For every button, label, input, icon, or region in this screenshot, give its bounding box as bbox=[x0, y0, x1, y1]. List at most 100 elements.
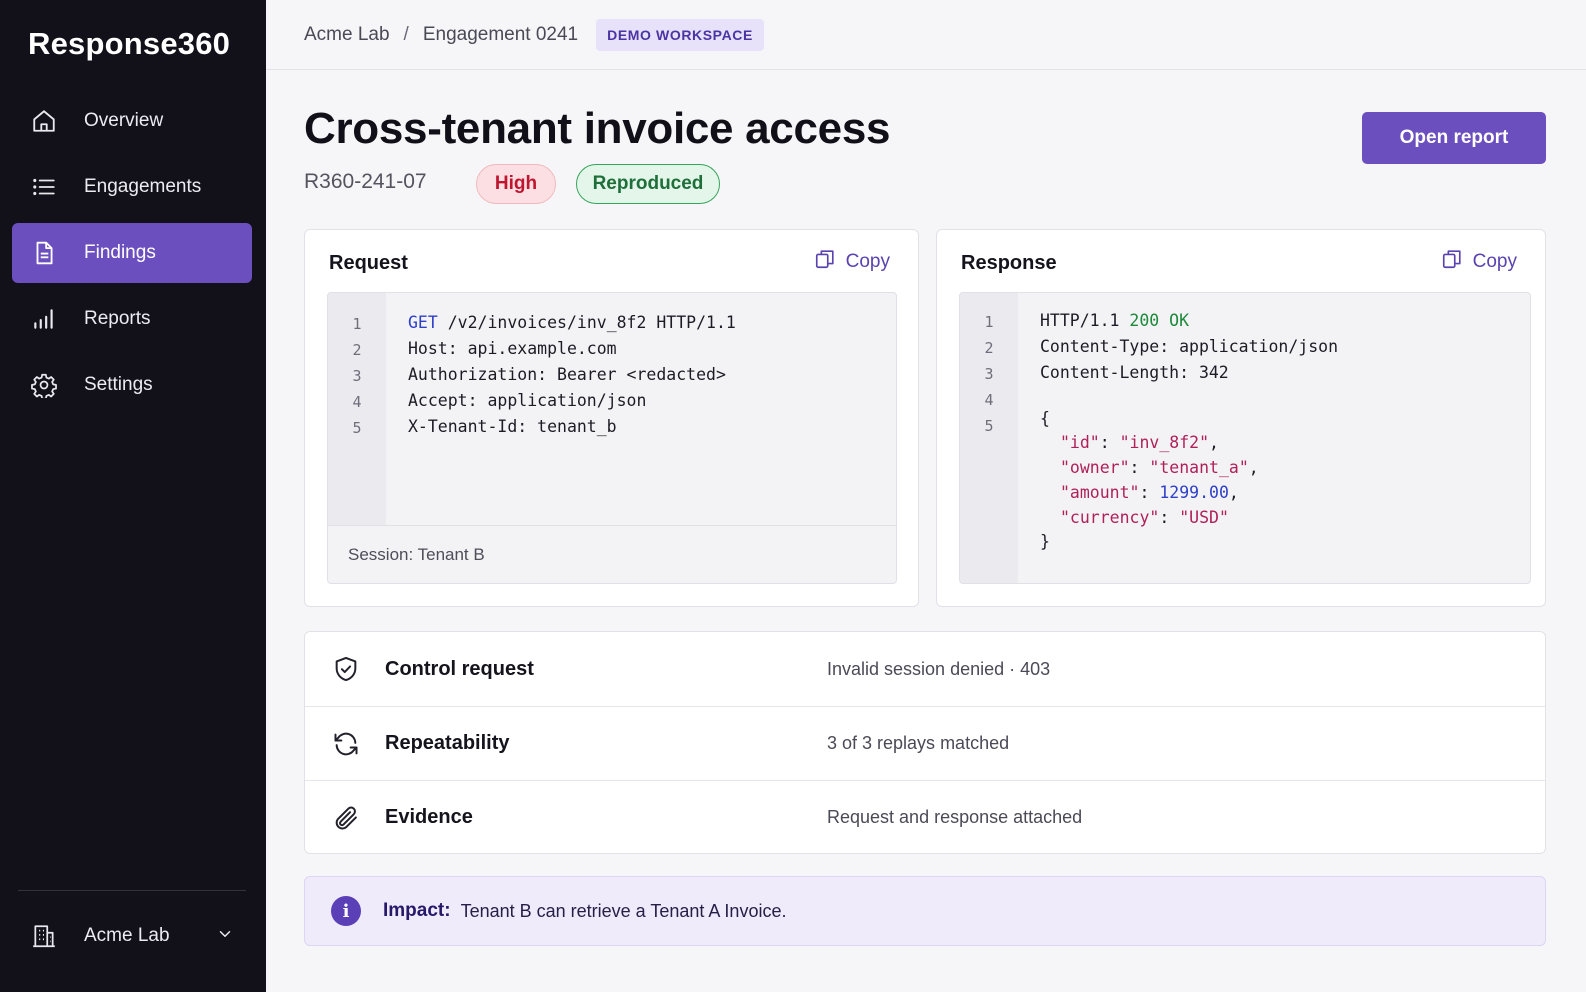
app-logo: Response360 bbox=[28, 26, 231, 61]
bar-chart-icon bbox=[30, 305, 58, 333]
building-icon bbox=[30, 922, 58, 950]
impact-label: Impact: bbox=[383, 900, 451, 921]
verification-list: Control request Invalid session denied ·… bbox=[304, 631, 1546, 854]
response-panel: Response Copy 1 2 3 4 5 HTTP/1.1 200 OK … bbox=[936, 229, 1546, 607]
code-line: { bbox=[1040, 409, 1050, 428]
fact-value: Invalid session denied · 403 bbox=[827, 658, 1051, 679]
severity-badge: High bbox=[476, 164, 556, 204]
response-code-block: 1 2 3 4 5 HTTP/1.1 200 OK Content-Type: … bbox=[959, 292, 1531, 584]
http-status: 200 OK bbox=[1129, 311, 1190, 330]
fact-name: Evidence bbox=[385, 806, 473, 828]
json-key: "currency" bbox=[1060, 508, 1160, 527]
page-title: Cross-tenant invoice access bbox=[304, 104, 891, 153]
code-line: } bbox=[1040, 532, 1050, 551]
line-number: 2 bbox=[984, 339, 994, 357]
response-title: Response bbox=[961, 252, 1057, 274]
line-number: 4 bbox=[984, 391, 994, 409]
sidebar-item-reports[interactable]: Reports bbox=[12, 289, 252, 349]
chevron-down-icon bbox=[216, 925, 234, 948]
request-target: /v2/invoices/inv_8f2 HTTP/1.1 bbox=[437, 313, 736, 332]
sidebar-divider bbox=[18, 890, 246, 891]
demo-workspace-badge: DEMO WORKSPACE bbox=[596, 18, 764, 51]
sidebar: Response360 Overview Engagements Finding… bbox=[0, 0, 266, 992]
json-value: "inv_8f2" bbox=[1119, 433, 1210, 452]
info-icon: i bbox=[331, 896, 361, 926]
code-line: X-Tenant-Id: tenant_b bbox=[408, 417, 617, 436]
code-line: Authorization: Bearer <redacted> bbox=[408, 365, 726, 384]
json-key: "owner" bbox=[1060, 458, 1130, 477]
status-badge: Reproduced bbox=[576, 164, 720, 204]
json-key: "id" bbox=[1060, 433, 1100, 452]
sidebar-item-label: Reports bbox=[84, 308, 151, 329]
code-line: Host: api.example.com bbox=[408, 339, 617, 358]
line-number: 2 bbox=[352, 341, 362, 359]
impact-text: Tenant B can retrieve a Tenant A Invoice… bbox=[460, 900, 787, 921]
json-field: "amount": 1299.00, bbox=[1060, 483, 1239, 502]
line-number: 3 bbox=[984, 365, 994, 383]
gear-icon bbox=[30, 371, 58, 399]
copy-request-button[interactable]: Copy bbox=[814, 248, 890, 276]
line-number: 5 bbox=[352, 419, 362, 437]
line-number: 4 bbox=[352, 393, 362, 411]
code-line: Accept: application/json bbox=[408, 391, 647, 410]
org-switcher[interactable]: Acme Lab bbox=[12, 906, 252, 966]
line-number: 1 bbox=[984, 313, 994, 331]
breadcrumb-separator: / bbox=[403, 23, 409, 45]
refresh-icon bbox=[331, 729, 361, 759]
fact-value: 3 of 3 replays matched bbox=[827, 733, 1010, 753]
request-code-block: 1 2 3 4 5 GET /v2/invoices/inv_8f2 HTTP/… bbox=[327, 292, 897, 584]
http-method: GET bbox=[408, 313, 438, 332]
code-line: Content-Type: application/json bbox=[1040, 337, 1339, 356]
paperclip-icon bbox=[331, 803, 361, 833]
code-line: HTTP/1.1 200 OK bbox=[1040, 311, 1189, 330]
sidebar-item-label: Engagements bbox=[84, 176, 202, 197]
sidebar-item-label: Findings bbox=[84, 242, 156, 263]
open-report-button[interactable]: Open report bbox=[1362, 112, 1546, 164]
sidebar-item-engagements[interactable]: Engagements bbox=[12, 157, 252, 217]
breadcrumb-org[interactable]: Acme Lab bbox=[304, 24, 390, 46]
line-number: 5 bbox=[984, 417, 994, 435]
org-name: Acme Lab bbox=[84, 925, 170, 946]
copy-response-button[interactable]: Copy bbox=[1441, 248, 1517, 276]
sidebar-item-findings[interactable]: Findings bbox=[12, 223, 252, 283]
list-item: Control request Invalid session denied ·… bbox=[305, 632, 1545, 706]
line-gutter bbox=[960, 293, 1018, 583]
json-value: 1299.00 bbox=[1159, 483, 1229, 502]
json-value: "tenant_a" bbox=[1149, 458, 1249, 477]
http-version: HTTP/1.1 bbox=[1040, 311, 1120, 330]
list-icon bbox=[30, 173, 58, 201]
copy-label: Copy bbox=[845, 251, 890, 272]
fact-name: Repeatability bbox=[385, 732, 510, 754]
copy-icon bbox=[814, 248, 836, 276]
copy-label: Copy bbox=[1472, 251, 1517, 272]
breadcrumb-engagement[interactable]: Engagement 0241 bbox=[423, 24, 578, 46]
shield-check-icon bbox=[331, 654, 361, 684]
json-field: "owner": "tenant_a", bbox=[1060, 458, 1259, 477]
json-field: "currency": "USD" bbox=[1060, 508, 1229, 527]
topbar: Acme Lab / Engagement 0241 DEMO WORKSPAC… bbox=[266, 0, 1586, 70]
line-number: 3 bbox=[352, 367, 362, 385]
sidebar-item-label: Settings bbox=[84, 374, 153, 395]
session-label: Session: Tenant B bbox=[328, 525, 896, 583]
copy-icon bbox=[1441, 248, 1463, 276]
home-icon bbox=[30, 107, 58, 135]
request-title: Request bbox=[329, 252, 408, 274]
finding-id: R360-241-07 bbox=[304, 170, 427, 193]
list-item: Repeatability 3 of 3 replays matched bbox=[305, 706, 1545, 780]
breadcrumb: Acme Lab / Engagement 0241 DEMO WORKSPAC… bbox=[304, 18, 764, 51]
code-line: GET /v2/invoices/inv_8f2 HTTP/1.1 bbox=[408, 313, 736, 332]
document-icon bbox=[30, 239, 58, 267]
json-field: "id": "inv_8f2", bbox=[1060, 433, 1219, 452]
sidebar-item-settings[interactable]: Settings bbox=[12, 355, 252, 415]
sidebar-item-overview[interactable]: Overview bbox=[12, 91, 252, 151]
impact-banner: i Impact: Tenant B can retrieve a Tenant… bbox=[304, 876, 1546, 946]
json-key: "amount" bbox=[1060, 483, 1140, 502]
sidebar-item-label: Overview bbox=[84, 110, 164, 131]
fact-value: Request and response attached bbox=[827, 807, 1083, 827]
json-value: "USD" bbox=[1179, 508, 1229, 527]
request-panel: Request Copy 1 2 3 4 5 GET /v2/invoices/… bbox=[304, 229, 919, 607]
line-number: 1 bbox=[352, 315, 362, 333]
list-item: Evidence Request and response attached bbox=[305, 780, 1545, 854]
code-line: Content-Length: 342 bbox=[1040, 363, 1229, 382]
fact-name: Control request bbox=[385, 657, 534, 680]
